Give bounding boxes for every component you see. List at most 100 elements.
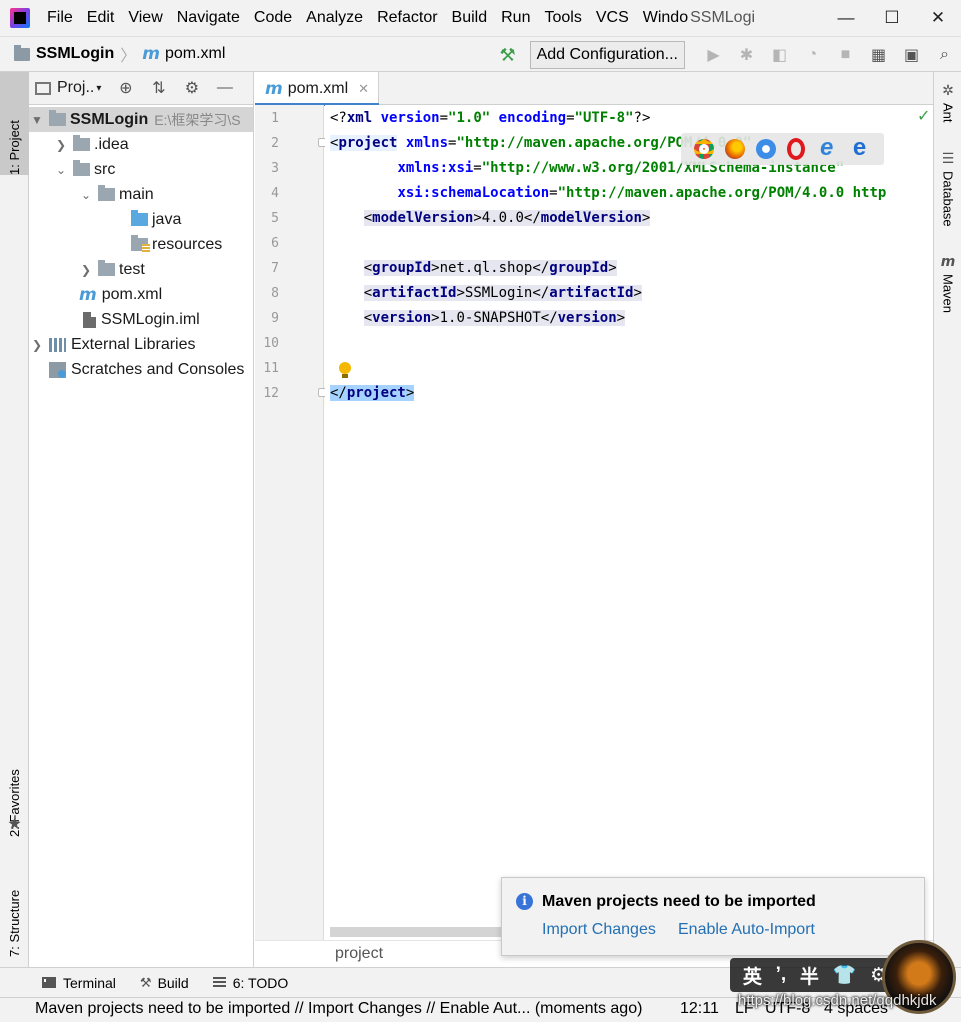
watermark-url: https://blog.csdn.net/qqdhkjdk — [738, 992, 937, 1009]
left-tool-stripe: 1: Project 2: Favorites ★ 7: Structure — [0, 72, 29, 967]
tree-item-external-libraries[interactable]: ❯ External Libraries — [29, 332, 253, 357]
tree-item-ssmlogin[interactable]: ▼ SSMLogin E:\框架学习\S — [29, 107, 253, 132]
menu-file[interactable]: File — [40, 0, 80, 36]
expanded-arrow-icon[interactable]: ⌄ — [80, 188, 92, 202]
hide-panel-icon[interactable]: — — [208, 79, 241, 97]
tree-item-pom[interactable]: m pom.xml — [29, 282, 253, 307]
maven-tool-tab[interactable]: m Maven — [934, 254, 961, 313]
project-tool-tab[interactable]: 1: Project — [0, 72, 29, 175]
menu-navigate[interactable]: Navigate — [170, 0, 247, 36]
resources-folder-icon — [131, 235, 150, 253]
run-anything-icon[interactable]: ▣ — [895, 45, 928, 65]
ime-punctuation: ’, — [775, 964, 787, 985]
code-token: ?> — [633, 110, 651, 126]
locate-file-icon[interactable]: ⊕ — [109, 78, 142, 98]
tree-item-java[interactable]: java — [29, 207, 253, 232]
tree-item-resources[interactable]: resources — [29, 232, 253, 257]
menu-window[interactable]: Windo — [636, 0, 688, 36]
editor-breadcrumb-item[interactable]: project — [335, 945, 383, 963]
import-changes-link[interactable]: Import Changes — [542, 921, 656, 939]
editor-tab-bar: m pom.xml ✕ — [255, 72, 933, 106]
terminal-tool-tab[interactable]: Terminal — [42, 975, 116, 991]
menu-bar: File Edit View Navigate Code Analyze Ref… — [0, 0, 961, 36]
ant-tool-tab[interactable]: ✲ Ant — [934, 82, 961, 123]
collapsed-arrow-icon[interactable]: ❯ — [80, 263, 92, 277]
menu-view[interactable]: View — [121, 0, 169, 36]
tree-item-src[interactable]: ⌄ src — [29, 157, 253, 182]
tree-item-label: main — [119, 185, 154, 203]
collapse-all-icon[interactable]: ⇅ — [142, 78, 175, 98]
code-token: xmlns — [405, 135, 449, 151]
safari-icon[interactable] — [756, 139, 777, 159]
menu-analyze[interactable]: Analyze — [299, 0, 370, 36]
project-view-selector[interactable]: Proj.. ▾ — [35, 79, 101, 97]
structure-tool-tab[interactable]: 7: Structure — [0, 857, 29, 957]
todo-tool-tab[interactable]: 6: TODO — [212, 975, 288, 991]
tab-pom-xml[interactable]: m pom.xml ✕ — [255, 72, 379, 106]
close-tab-icon[interactable]: ✕ — [358, 81, 369, 97]
breadcrumb-file[interactable]: pom.xml — [165, 45, 225, 63]
code-token: net.ql.shop — [439, 260, 533, 276]
enable-auto-import-link[interactable]: Enable Auto-Import — [678, 921, 815, 939]
tree-item-idea[interactable]: ❯ .idea — [29, 132, 253, 157]
expanded-arrow-icon[interactable]: ⌄ — [55, 163, 67, 177]
collapsed-arrow-icon[interactable]: ❯ — [55, 138, 67, 152]
watermark-overlay: 英 ’, 半 👕 ⚙ https://blog.csdn.net/qqdhkjd… — [722, 938, 961, 1022]
opera-icon[interactable] — [786, 138, 805, 160]
terminal-icon — [42, 977, 56, 988]
search-icon[interactable]: ⌕ — [928, 46, 961, 64]
line-number: 6 — [271, 236, 279, 251]
close-button[interactable]: ✕ — [915, 0, 961, 36]
firefox-icon[interactable] — [725, 139, 746, 159]
breadcrumb: SSMLogin 〉 m pom.xml — [0, 42, 225, 66]
minimize-button[interactable]: — — [823, 0, 869, 36]
collapsed-arrow-icon[interactable]: ❯ — [31, 338, 43, 352]
chrome-icon[interactable] — [694, 139, 715, 159]
internet-explorer-icon[interactable]: e — [816, 136, 838, 162]
menu-build[interactable]: Build — [445, 0, 495, 36]
menu-edit[interactable]: Edit — [80, 0, 122, 36]
maven-file-icon: m — [265, 78, 283, 99]
open-in-browser-popup: e e — [681, 133, 884, 165]
star-icon: ★ — [7, 816, 22, 833]
profile-icon[interactable]: ◔ — [796, 46, 829, 64]
tree-item-test[interactable]: ❯ test — [29, 257, 253, 282]
intention-bulb-icon[interactable] — [338, 362, 352, 380]
code-token: 1.0-SNAPSHOT — [439, 310, 541, 326]
chevron-right-icon: 〉 — [120, 48, 137, 65]
coverage-icon[interactable]: ◧ — [763, 45, 796, 65]
caret-position[interactable]: 12:11 — [680, 1000, 719, 1018]
stop-icon[interactable]: ■ — [829, 46, 862, 64]
debug-icon[interactable]: ✱ — [730, 45, 763, 65]
menu-tools[interactable]: Tools — [537, 0, 588, 36]
tree-item-main[interactable]: ⌄ main — [29, 182, 253, 207]
menu-code[interactable]: Code — [247, 0, 299, 36]
code-token: version — [372, 310, 432, 326]
run-icon[interactable]: ▶ — [697, 45, 730, 65]
maximize-button[interactable]: ☐ — [869, 0, 915, 36]
project-structure-icon[interactable]: ▦ — [862, 45, 895, 65]
settings-gear-icon[interactable]: ⚙ — [175, 78, 208, 98]
tree-item-iml[interactable]: SSMLogin.iml — [29, 307, 253, 332]
inspection-ok-icon[interactable]: ✓ — [917, 106, 930, 126]
notification-title: Maven projects need to be imported — [542, 893, 816, 910]
status-message[interactable]: Maven projects need to be imported // Im… — [35, 1000, 642, 1018]
expanded-arrow-icon[interactable]: ▼ — [31, 113, 43, 127]
code-token: SSMLogin — [464, 285, 533, 301]
edge-icon[interactable]: e — [849, 136, 871, 162]
code-editor[interactable]: <?xml version="1.0" encoding="UTF-8"?> <… — [325, 105, 933, 925]
line-number: 9 — [271, 311, 279, 326]
right-tool-stripe: ✲ Ant ☰ Database m Maven — [933, 72, 961, 967]
menu-vcs[interactable]: VCS — [589, 0, 636, 36]
menu-refactor[interactable]: Refactor — [370, 0, 444, 36]
horizontal-scrollbar[interactable] — [330, 927, 510, 937]
add-configuration-button[interactable]: Add Configuration... — [529, 41, 685, 69]
maven-file-icon: m — [142, 44, 160, 64]
build-tool-tab[interactable]: ⚒ Build — [140, 975, 189, 991]
ime-skin-icon: 👕 — [832, 965, 857, 986]
build-hammer-icon[interactable]: ⚒ — [499, 45, 515, 66]
breadcrumb-project[interactable]: SSMLogin — [36, 45, 114, 63]
tree-item-scratches[interactable]: Scratches and Consoles — [29, 357, 253, 382]
database-tool-tab[interactable]: ☰ Database — [934, 150, 961, 227]
menu-run[interactable]: Run — [494, 0, 537, 36]
